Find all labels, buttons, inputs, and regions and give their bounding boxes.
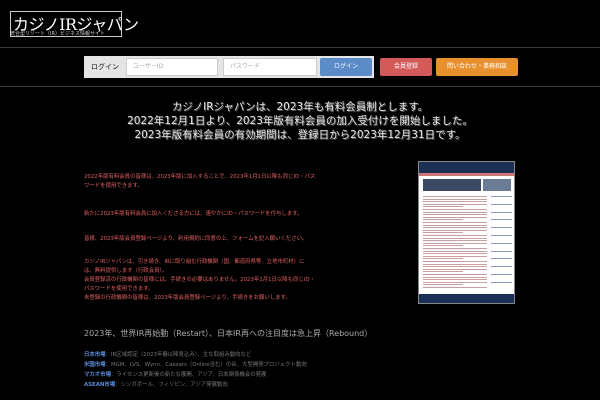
thumbnail-line — [423, 209, 487, 210]
thumbnail-line — [423, 253, 487, 255]
list-text: ：IR区域認定（2023年春以降見込み）、主な取組み動向など — [105, 352, 252, 358]
header-divider — [0, 47, 600, 48]
contact-button[interactable]: 問い合わせ・業務相談 — [436, 58, 518, 76]
thumbnail-sidebar-line — [491, 274, 512, 275]
password-input[interactable]: パスワード — [223, 58, 317, 76]
logo-subtitle: 統合型リゾート（IR）ビジネス情報サイト — [10, 31, 105, 37]
thumbnail-line — [423, 274, 487, 275]
thumbnail-sidebar-line — [491, 266, 512, 268]
list-item: 米国市場：MGM、LVS、Wynn、Caesars（Online含む）の合、大型… — [84, 361, 307, 370]
thumbnail-line — [423, 250, 487, 252]
thumbnail-sidebar-line — [491, 235, 512, 236]
list-text: ：ライセンス更新後の新たな展開、アジア、日本関係機会の発展 — [110, 372, 267, 378]
thumbnail-sidebar-line — [491, 211, 512, 213]
body-paragraph: 2022年版有料会員の皆様は、2023年版に加入することで、2023年1月1日以… — [84, 174, 316, 180]
thumbnail-line — [423, 211, 487, 213]
thumbnail-sidebar-line — [491, 196, 512, 197]
nav-divider — [0, 86, 600, 87]
list-text: ：シンガポール、フィリピン、アジア発展動向 — [115, 382, 228, 388]
thumbnail-line — [423, 263, 487, 265]
thumbnail-line — [423, 268, 487, 270]
thumbnail-banner — [423, 179, 481, 191]
thumbnail-line — [423, 276, 487, 278]
list-text: ：MGM、LVS、Wynn、Caesars（Online含む）の合、大型開発プロ… — [105, 362, 307, 368]
thumbnail-line — [423, 229, 487, 231]
thumbnail-line — [423, 266, 487, 268]
thumbnail-line — [423, 258, 463, 260]
thumbnail-line — [423, 219, 463, 221]
thumbnail-line — [423, 248, 487, 249]
list-key[interactable]: マカオ市場 — [84, 372, 111, 378]
site-preview-thumbnail[interactable] — [418, 161, 515, 304]
list-item: 日本市場：IR区域認定（2023年春以降見込み）、主な取組み動向など — [84, 351, 251, 360]
thumbnail-sidebar-line — [491, 242, 512, 244]
thumbnail-header — [419, 162, 514, 173]
body-paragraph: カジノIRジャパンは、引き続き、IRに取り組む行政機関（国、都道府県等、立地市町… — [84, 259, 305, 265]
announcement-line-1: カジノIRジャパンは、2023年も有料会員制とします。 — [171, 101, 429, 113]
list-key[interactable]: ASEAN市場 — [84, 382, 115, 388]
body-paragraph: 会員登録済の行政機関の皆様には、手続きの必要はありません。2023年1月1日以降… — [84, 277, 316, 283]
login-button[interactable]: ログイン — [320, 58, 372, 76]
thumbnail-line — [423, 232, 463, 234]
list-item: マカオ市場：ライセンス更新後の新たな展開、アジア、日本関係機会の発展 — [84, 371, 266, 380]
thumbnail-line — [423, 242, 487, 244]
thumbnail-line — [423, 237, 487, 239]
thumbnail-line — [423, 216, 487, 218]
thumbnail-line — [423, 271, 463, 273]
list-item: ASEAN市場：シンガポール、フィリピン、アジア発展動向 — [84, 381, 228, 390]
body-paragraph: 新たに2023年版有料会員に加入くださる方には、速やかにID・パスワードを付与し… — [84, 211, 303, 217]
thumbnail-line — [423, 235, 487, 236]
announcement-line-2: 2022年12月1日より、2023年版有料会員の加入受付けを開始しました。 — [127, 115, 473, 127]
thumbnail-line — [423, 227, 487, 229]
thumbnail-line — [423, 255, 487, 257]
thumbnail-line — [423, 196, 487, 197]
body-paragraph: 未登録の行政機関の皆様は、2023年版会員登録ページより、手続きをお願いします。 — [84, 295, 291, 301]
thumbnail-sidebar-line — [491, 227, 512, 229]
section-heading: 2023年、世界IR再始動（Restart）、日本IR再への注目度は急上昇（Re… — [84, 329, 373, 338]
user-id-input[interactable]: ユーザーID — [126, 58, 218, 76]
thumbnail-sidebar-line — [491, 203, 512, 205]
list-key[interactable]: 日本市場 — [84, 352, 106, 358]
thumbnail-line — [423, 281, 487, 283]
thumbnail-sidebar-line — [491, 281, 512, 283]
thumbnail-nav — [419, 173, 514, 176]
thumbnail-line — [423, 222, 487, 223]
thumbnail-line — [423, 201, 487, 203]
list-key[interactable]: 米国市場 — [84, 362, 106, 368]
thumbnail-banner-secondary — [483, 179, 511, 191]
body-paragraph: 皆様、2023年版会員登録ページより、利用規約に同意の上、フォームを記入願いくだ… — [84, 236, 308, 242]
thumbnail-line — [423, 203, 487, 205]
body-paragraph: パスワードを使用できます。 — [84, 286, 154, 292]
thumbnail-line — [423, 261, 487, 262]
thumbnail-sidebar-line — [491, 219, 512, 221]
thumbnail-line — [423, 284, 463, 286]
thumbnail-line — [423, 287, 487, 288]
login-label: ログイン — [91, 63, 119, 71]
thumbnail-line — [423, 279, 487, 281]
thumbnail-line — [423, 198, 487, 200]
thumbnail-line — [423, 214, 487, 216]
body-paragraph: は、無料提供します（行政会員）。 — [84, 268, 168, 274]
register-button[interactable]: 会員登録 — [380, 58, 432, 76]
thumbnail-line — [423, 206, 463, 208]
thumbnail-line — [423, 245, 463, 247]
body-paragraph: ワードを使用できます。 — [84, 183, 143, 189]
thumbnail-sidebar-line — [491, 258, 512, 260]
thumbnail-line — [423, 224, 487, 226]
thumbnail-footer — [419, 294, 514, 303]
thumbnail-line — [423, 240, 487, 242]
thumbnail-sidebar-line — [491, 250, 512, 252]
announcement-line-3: 2023年版有料会員の有効期間は、登録日から2023年12月31日です。 — [134, 129, 466, 141]
